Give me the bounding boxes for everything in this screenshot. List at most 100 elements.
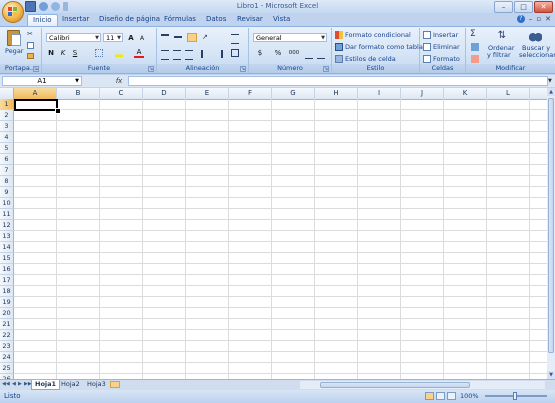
row-header[interactable]: 16 [0, 264, 14, 275]
name-box[interactable]: A1 ▼ [2, 76, 82, 86]
sheet-tab-hoja1[interactable]: Hoja1 [31, 380, 61, 390]
align-middle-icon[interactable] [174, 36, 182, 46]
format-painter-icon[interactable] [27, 53, 34, 59]
copy-icon[interactable] [27, 42, 34, 49]
ribbon-restore-icon[interactable]: ▫ [536, 15, 541, 23]
row-header[interactable]: 14 [0, 242, 14, 253]
column-header[interactable]: A [14, 88, 57, 99]
column-header[interactable]: E [186, 88, 229, 99]
tab-inicio[interactable]: Inicio [27, 14, 58, 26]
worksheet-grid[interactable]: ABCDEFGHIJKL 1 2 3 4 5 6 7 8 9 10 11 12 13 14 15 16 17 18… [0, 88, 547, 379]
row-header[interactable]: 1 [0, 99, 14, 110]
normal-view-icon[interactable] [425, 392, 434, 400]
grow-font-button[interactable]: A [126, 33, 136, 43]
cells-area[interactable] [14, 99, 547, 379]
close-button[interactable]: ✕ [534, 1, 553, 13]
insert-button[interactable]: Insertar [433, 31, 458, 39]
select-all-button[interactable] [0, 88, 14, 99]
row-header[interactable]: 10 [0, 198, 14, 209]
wrap-text-icon[interactable] [231, 34, 239, 44]
align-right-icon[interactable] [185, 50, 193, 60]
row-header[interactable]: 18 [0, 286, 14, 297]
zoom-slider[interactable] [485, 392, 547, 400]
align-center-icon[interactable] [173, 50, 181, 60]
font-color-button[interactable]: A [134, 48, 144, 58]
underline-button[interactable]: S [70, 48, 80, 58]
currency-button[interactable]: $ [255, 48, 265, 58]
insert-function-button[interactable]: fx [112, 76, 126, 86]
orientation-icon[interactable]: ↗ [202, 33, 210, 41]
scroll-down-icon[interactable]: ▼ [547, 371, 555, 379]
column-header[interactable]: G [272, 88, 315, 99]
prev-sheet-icon[interactable]: ◀ [12, 381, 16, 387]
clear-icon[interactable] [471, 55, 479, 63]
column-header[interactable]: L [487, 88, 530, 99]
scroll-up-icon[interactable]: ▲ [547, 88, 555, 96]
tab-revisar[interactable]: Revisar [237, 14, 263, 25]
font-size-select[interactable]: 11 ▼ [103, 33, 123, 42]
tab-datos[interactable]: Datos [206, 14, 226, 25]
formula-expand-icon[interactable]: ▼ [548, 76, 554, 86]
row-header[interactable]: 8 [0, 176, 14, 187]
delete-button[interactable]: Eliminar [433, 43, 460, 51]
page-break-view-icon[interactable] [447, 392, 456, 400]
tab-vista[interactable]: Vista [273, 14, 290, 25]
fill-handle[interactable] [55, 108, 61, 114]
thousands-button[interactable]: 000 [287, 48, 301, 58]
minimize-button[interactable]: – [494, 1, 513, 13]
increase-indent-icon[interactable] [213, 50, 223, 58]
fuente-launcher-icon[interactable]: ↘ [148, 66, 154, 72]
row-header[interactable]: 9 [0, 187, 14, 198]
row-header[interactable]: 11 [0, 209, 14, 220]
row-header[interactable]: 19 [0, 297, 14, 308]
maximize-button[interactable]: □ [514, 1, 533, 13]
cell-styles-button[interactable]: Estilos de celda [345, 55, 396, 63]
row-header[interactable]: 15 [0, 253, 14, 264]
help-icon[interactable]: ? [516, 15, 525, 23]
zoom-slider-knob[interactable] [513, 392, 517, 400]
ribbon-close-icon[interactable]: ✕ [545, 15, 551, 23]
portapapeles-launcher-icon[interactable]: ↘ [33, 66, 39, 72]
number-format-select[interactable]: General ▼ [253, 33, 327, 42]
bold-button[interactable]: N [46, 48, 56, 58]
sheet-tab-hoja3[interactable]: Hoja3 [84, 380, 109, 389]
align-left-icon[interactable] [161, 50, 169, 60]
row-header[interactable]: 25 [0, 363, 14, 374]
column-header[interactable]: K [444, 88, 487, 99]
fill-icon[interactable] [471, 43, 479, 51]
numero-launcher-icon[interactable]: ↘ [323, 66, 329, 72]
fill-color-icon[interactable] [115, 49, 123, 57]
align-bottom-icon[interactable] [187, 33, 197, 42]
shrink-font-button[interactable]: A [137, 34, 147, 44]
horizontal-scrollbar[interactable] [300, 381, 545, 389]
tab-insertar[interactable]: Insertar [62, 14, 89, 25]
find-select-button[interactable]: Buscar y seleccionar [519, 30, 555, 62]
row-header[interactable]: 5 [0, 143, 14, 154]
cut-icon[interactable]: ✂ [27, 31, 35, 38]
column-header[interactable]: D [143, 88, 186, 99]
new-sheet-icon[interactable] [110, 381, 120, 388]
zoom-level[interactable]: 100% [460, 392, 479, 400]
page-layout-view-icon[interactable] [436, 392, 445, 400]
row-header[interactable]: 13 [0, 231, 14, 242]
active-cell[interactable] [14, 99, 58, 111]
alineacion-launcher-icon[interactable]: ↘ [240, 66, 246, 72]
font-name-select[interactable]: Calibri ▼ [46, 33, 101, 42]
decrease-decimal-icon[interactable] [317, 50, 325, 59]
merge-center-icon[interactable] [231, 49, 239, 57]
increase-decimal-icon[interactable] [305, 50, 313, 59]
table-format-button[interactable]: Dar formato como tabla [345, 43, 423, 51]
column-header[interactable]: B [57, 88, 100, 99]
row-header[interactable]: 3 [0, 121, 14, 132]
row-header[interactable]: 24 [0, 352, 14, 363]
ribbon-minimize-icon[interactable]: – [529, 15, 533, 23]
paste-button[interactable]: Pegar [3, 30, 23, 60]
first-sheet-icon[interactable]: ◀◀ [2, 381, 10, 387]
row-header[interactable]: 17 [0, 275, 14, 286]
vertical-scroll-thumb[interactable] [548, 98, 554, 353]
office-button[interactable] [2, 1, 24, 23]
row-header[interactable]: 21 [0, 319, 14, 330]
row-header[interactable]: 23 [0, 341, 14, 352]
align-top-icon[interactable] [161, 34, 169, 44]
autosum-button[interactable]: Σ [470, 29, 476, 39]
